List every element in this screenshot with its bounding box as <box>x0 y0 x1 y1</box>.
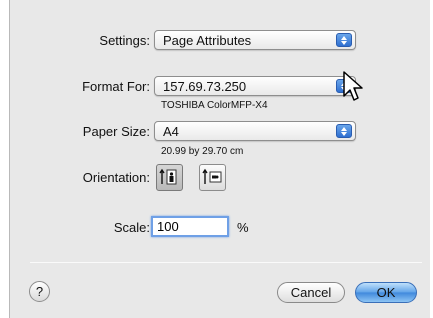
page-setup-dialog: Settings: Page Attributes Format For: 15… <box>9 0 430 318</box>
printer-model-text: TOSHIBA ColorMFP-X4 <box>161 100 268 111</box>
settings-label: Settings: <box>99 33 150 48</box>
paper-size-value: A4 <box>163 124 179 139</box>
portrait-orientation-icon <box>159 168 177 185</box>
settings-popup[interactable]: Page Attributes <box>154 30 356 50</box>
popup-arrows-icon <box>336 33 352 47</box>
scale-input[interactable] <box>151 216 229 237</box>
ok-button[interactable]: OK <box>355 282 417 303</box>
scale-unit: % <box>237 220 249 235</box>
format-for-label: Format For: <box>82 79 150 94</box>
orientation-label: Orientation: <box>82 170 150 185</box>
format-for-popup[interactable]: 157.69.73.250 <box>154 76 356 96</box>
orientation-portrait-button[interactable] <box>156 164 183 191</box>
dialog-divider <box>30 262 422 263</box>
help-button[interactable]: ? <box>29 281 50 302</box>
paper-dimensions-text: 20.99 by 29.70 cm <box>161 146 244 157</box>
popup-arrows-icon <box>336 124 352 138</box>
mouse-pointer-icon <box>343 71 363 101</box>
landscape-orientation-icon <box>202 168 222 184</box>
cancel-button[interactable]: Cancel <box>277 282 345 303</box>
format-for-value: 157.69.73.250 <box>163 79 247 94</box>
settings-value: Page Attributes <box>163 33 252 48</box>
scale-label: Scale: <box>113 220 150 235</box>
orientation-landscape-button[interactable] <box>199 164 226 191</box>
paper-size-label: Paper Size: <box>82 124 150 139</box>
paper-size-popup[interactable]: A4 <box>154 121 356 141</box>
